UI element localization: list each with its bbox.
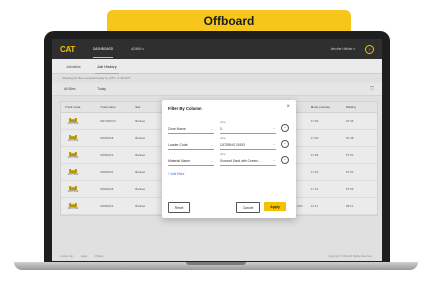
cat-logo[interactable]: CAT [60,45,75,54]
chevron-down-icon: ⌄ [210,142,213,147]
value-text: 3 [220,126,222,131]
offboard-banner: Offboard [107,10,351,31]
remove-filter-icon[interactable]: − [281,124,289,132]
column-select-value: Loader Code [168,142,188,147]
user-menu[interactable]: Jennifer Hibbler ▾ [330,47,355,51]
nav-admin[interactable]: ADMIN ▾ [131,47,144,51]
column-select-value: Zone Name [168,126,186,131]
value-label: Value [220,122,226,124]
value-select[interactable]: Value Sourced Sand with Cemen... ⌄ [220,154,276,166]
chevron-down-icon: ⌄ [210,158,213,163]
reset-button[interactable]: Reset [168,202,190,213]
remove-filter-icon[interactable]: − [281,156,289,164]
value-label: Value [220,154,226,156]
cancel-button[interactable]: Cancel [236,202,260,213]
dialog-title: Filter By Column [168,106,202,111]
laptop-notch [186,262,246,265]
chevron-down-icon: ⌄ [210,126,213,131]
filter-row: Zone Name ⌄ Value 3 ⌄ − [168,122,290,134]
column-select[interactable]: Zone Name ⌄ [168,124,214,134]
column-select[interactable]: Loader Code ⌄ [168,140,214,150]
nav-dashboard[interactable]: DASHBOARD [92,47,114,58]
chevron-down-icon: ⌄ [272,142,275,146]
dialog-actions: Reset Cancel Apply [168,202,290,213]
remove-filter-icon[interactable]: − [281,140,289,148]
value-text: Sourced Sand with Cemen... [220,158,261,163]
top-navigation: CAT DASHBOARD ADMIN ▾ Jennifer Hibbler ▾… [52,39,382,59]
apply-button[interactable]: Apply [264,202,286,211]
filter-row: Material Name ⌄ Value Sourced Sand with Ce… [168,154,290,166]
chevron-down-icon: ⌄ [272,126,275,130]
value-text: CATSBNO 00193 [220,142,245,147]
filter-by-column-dialog: Filter By Column × Zone Name ⌄ Value 3 ⌄ − … [162,100,296,218]
help-icon[interactable]: ? [365,44,374,54]
value-select[interactable]: Value CATSBNO 00193 ⌄ [220,138,276,150]
column-select[interactable]: Material Name ⌄ [168,156,214,166]
column-select-value: Material Name [168,158,191,163]
close-icon[interactable]: × [286,104,290,110]
value-label: Value [220,138,226,140]
chevron-down-icon: ⌄ [272,158,275,162]
banner-title: Offboard [203,13,255,28]
add-more-link[interactable]: + Add More [168,172,184,176]
value-select[interactable]: Value 3 ⌄ [220,122,276,134]
filter-row: Loader Code ⌄ Value CATSBNO 00193 ⌄ − [168,138,290,150]
